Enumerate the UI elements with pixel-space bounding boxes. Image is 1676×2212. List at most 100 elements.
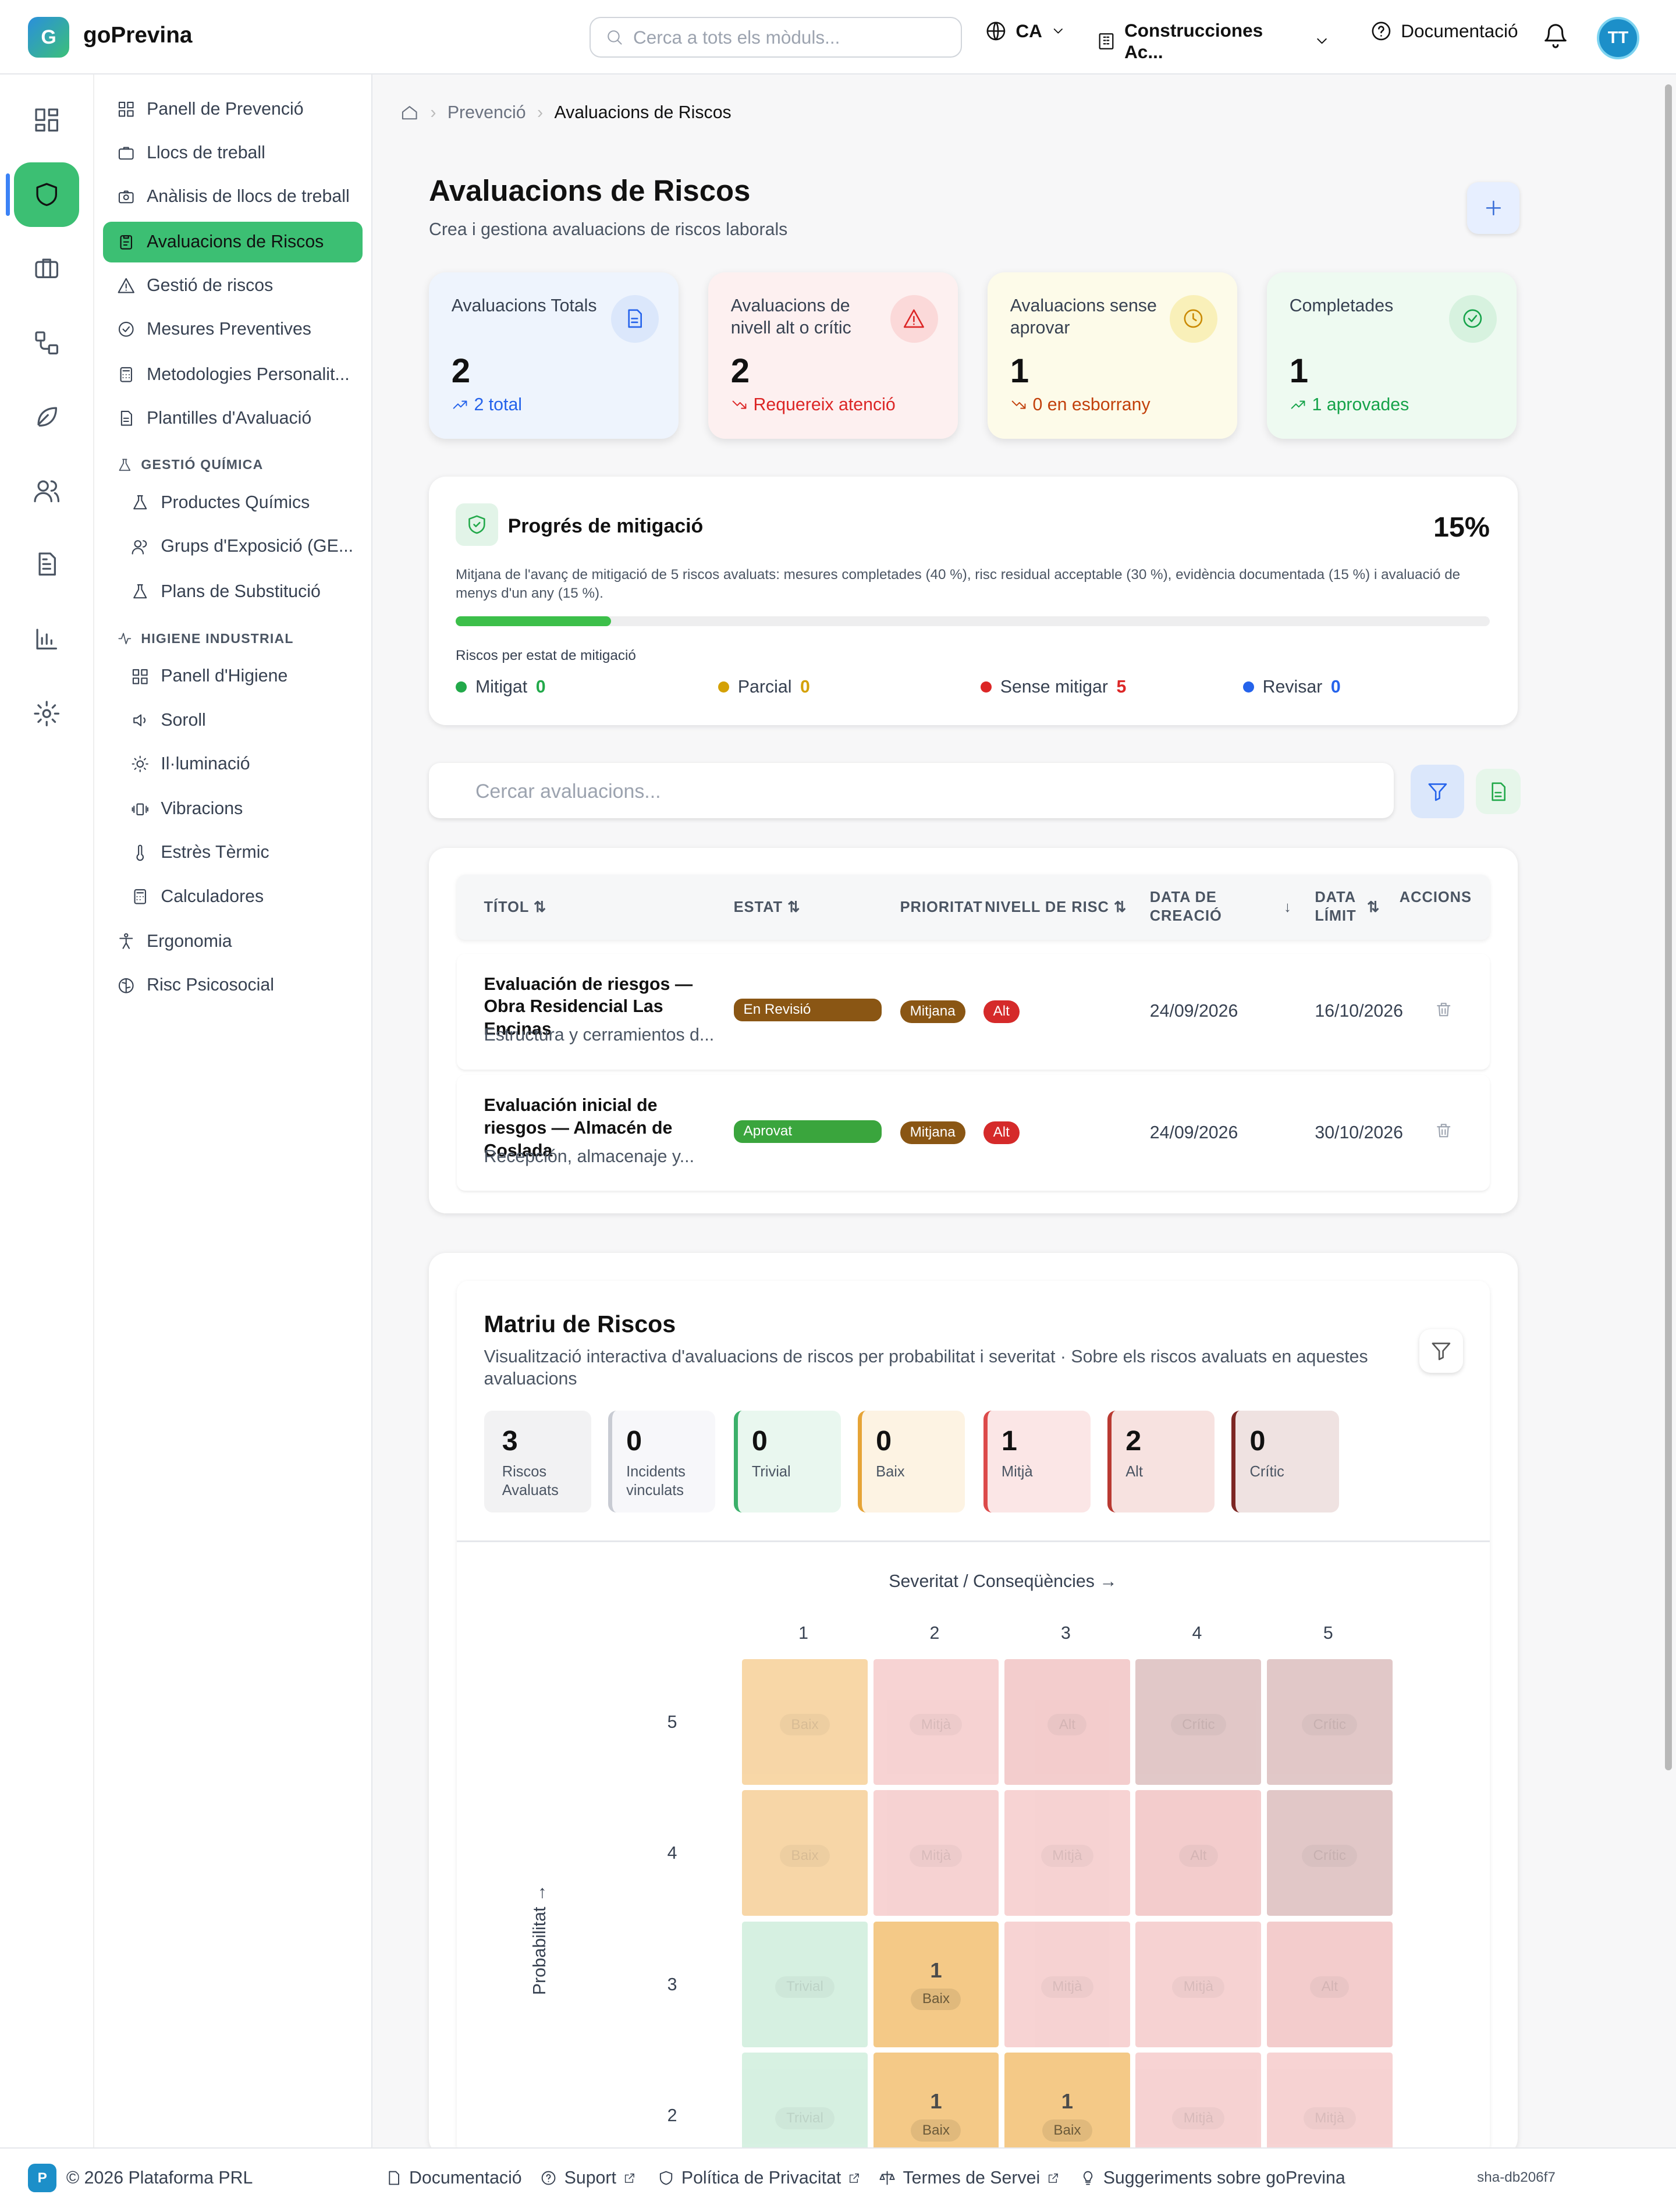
export-button[interactable] [1475,769,1521,814]
matrix-cell[interactable]: Trivial [742,1921,868,2047]
delete-button[interactable] [1434,1000,1453,1019]
rail-environment[interactable] [14,384,79,449]
rail-reports[interactable] [14,606,79,672]
table-row[interactable]: Evaluación inicial de riesgos — Almacén … [457,1075,1490,1191]
company-selector[interactable]: Construcciones Ac... [1096,20,1330,63]
sidebar-item-label: Il·luminació [161,754,250,773]
matrix-stat-card[interactable]: 2 Alt [1107,1411,1215,1512]
rail-documents[interactable] [14,532,79,597]
matrix-cell[interactable]: Mitjà [873,1659,999,1785]
add-assessment-button[interactable] [1467,182,1519,235]
sidebar-item-calculators[interactable]: Calculadores [117,876,363,917]
matrix-stat-card[interactable]: 1 Mitjà [983,1411,1091,1512]
sidebar-item-workplaces[interactable]: Llocs de treball [103,133,363,173]
kpi-card[interactable]: Avaluacions Totals 2 2 total [428,272,679,439]
sidebar-item-noise[interactable]: Soroll [117,700,363,740]
col-status[interactable]: ESTAT ⇅ [734,899,801,917]
matrix-cell[interactable]: Mitjà [1004,1921,1130,2047]
trend-down-icon [732,400,747,409]
documentation-link[interactable]: Documentació [1370,20,1518,42]
cell-count: 1 [930,1958,942,1982]
sidebar-item-hygiene-panel[interactable]: Panell d'Higiene [117,656,363,697]
sidebar-item-ergonomics[interactable]: Ergonomia [103,921,363,962]
sidebar-item-exposure-groups[interactable]: Grups d'Exposició (GE... [117,526,363,567]
scrollbar[interactable] [1664,84,1672,1771]
matrix-stat-card[interactable]: 0 Trivial [733,1411,841,1512]
rail-settings[interactable] [14,681,79,747]
matrix-cell[interactable]: Crític [1135,1659,1262,1785]
probability-tick: 4 [667,1844,677,1863]
sidebar-item-risk-management[interactable]: Gestió de riscos [103,265,363,306]
col-deadline[interactable]: DATA LÍMIT [1315,889,1365,925]
home-icon[interactable] [400,104,419,122]
language-label: CA [1015,20,1042,41]
cell-level-tag: Mitjà [1041,1845,1093,1867]
matrix-cell[interactable]: Alt [1004,1659,1130,1785]
footer-link-docs[interactable]: Documentació [385,2168,522,2188]
rail-prevention[interactable] [14,162,79,228]
sidebar-item-label: Plans de Substitució [161,581,321,601]
sidebar-item-workplace-analysis[interactable]: Anàlisis de llocs de treball [103,176,363,217]
risk-level-badge: Alt [983,1000,1020,1023]
kpi-card[interactable]: Avaluacions sense aprovar 1 0 en esborra… [987,272,1238,439]
sidebar-item-preventive-measures[interactable]: Mesures Preventives [103,309,363,350]
matrix-cell[interactable]: 1 Baix [873,1921,999,2047]
sidebar-item-psychosocial[interactable]: Risc Psicosocial [103,965,363,1006]
filter-button[interactable] [1411,764,1465,819]
sidebar-item-risk-assessments[interactable]: Avaluacions de Riscos [102,221,363,262]
matrix-cell[interactable]: Crític [1266,1790,1393,1916]
sidebar-item-templates[interactable]: Plantilles d'Avaluació [103,398,363,439]
notifications-button[interactable] [1542,23,1569,49]
delete-button[interactable] [1434,1121,1453,1140]
rail-workplaces[interactable] [14,236,79,301]
kpi-card[interactable]: Avaluacions de nivell alt o crític 2 Req… [708,272,958,439]
speaker-icon [133,714,146,726]
footer-link-feedback[interactable]: Suggeriments sobre goPrevina [1080,2168,1345,2188]
sidebar-item-prevention-panel[interactable]: Panell de Prevenció [103,89,363,130]
language-selector[interactable]: CA [985,20,1066,42]
matrix-cell[interactable]: Mitjà [1135,1921,1262,2047]
kpi-card[interactable]: Completades 1 1 aprovades [1266,272,1517,439]
footer-link-support[interactable]: Suport [540,2168,635,2188]
sidebar-item-vibrations[interactable]: Vibracions [117,789,363,829]
col-priority[interactable]: PRIORITAT [900,899,983,917]
sidebar-item-label: Productes Químics [161,493,310,513]
severity-tick: 3 [1060,1624,1071,1643]
matrix-cell[interactable]: Alt [1266,1921,1393,2047]
matrix-cell[interactable]: Crític [1266,1659,1393,1785]
sort-desc-icon[interactable]: ↓ [1284,899,1292,917]
col-title[interactable]: TÍTOL ⇅ [484,899,546,917]
footer-link-privacy[interactable]: Política de Privacitat [658,2168,861,2188]
sidebar-item-substitution-plans[interactable]: Plans de Substitució [117,571,363,612]
user-avatar[interactable]: TT [1597,17,1639,59]
warning-icon [118,278,135,293]
sidebar-item-methodologies[interactable]: Metodologies Personalit... [103,354,363,395]
rail-dashboard[interactable] [14,87,79,152]
matrix-cell[interactable]: Mitjà [1004,1790,1130,1916]
matrix-stat-card[interactable]: 0 Baix [857,1411,965,1512]
rail-people[interactable] [14,459,79,524]
sidebar-item-lighting[interactable]: Il·luminació [117,744,363,784]
matrix-cell[interactable]: Baix [742,1659,868,1785]
matrix-stat-card[interactable]: 0 Crític [1231,1411,1339,1512]
app-logo[interactable]: G [28,17,69,58]
stat-label: Alt [1125,1464,1143,1480]
global-search-input[interactable]: Cerca a tots els mòduls... [590,17,963,58]
sidebar-item-thermal-stress[interactable]: Estrès Tèrmic [117,832,363,873]
breadcrumb-parent[interactable]: Prevenció [448,103,526,123]
matrix-cell[interactable]: Alt [1135,1790,1262,1916]
sort-icon[interactable]: ⇅ [1367,899,1380,917]
matrix-stat-card[interactable]: 0 Incidents vinculats [608,1411,716,1512]
brand-name[interactable]: goPrevina [83,23,192,48]
sidebar-item-chemical-products[interactable]: Productes Químics [117,482,363,523]
matrix-cell[interactable]: Baix [742,1790,868,1916]
footer-link-terms[interactable]: Termes de Servei [879,2168,1060,2188]
col-created[interactable]: DATA DE CREACIÓ [1150,889,1237,925]
table-row[interactable]: Evaluación de riesgos — Obra Residencial… [457,953,1490,1070]
assessment-search-input[interactable]: Cercar avaluacions... [428,763,1394,819]
matrix-filter-button[interactable] [1419,1329,1463,1373]
matrix-stat-card[interactable]: 3 Riscos Avaluats [484,1411,591,1512]
rail-workflows[interactable] [14,310,79,375]
matrix-cell[interactable]: Mitjà [873,1790,999,1916]
col-risk-level[interactable]: NIVELL DE RISC ⇅ [985,899,1127,917]
